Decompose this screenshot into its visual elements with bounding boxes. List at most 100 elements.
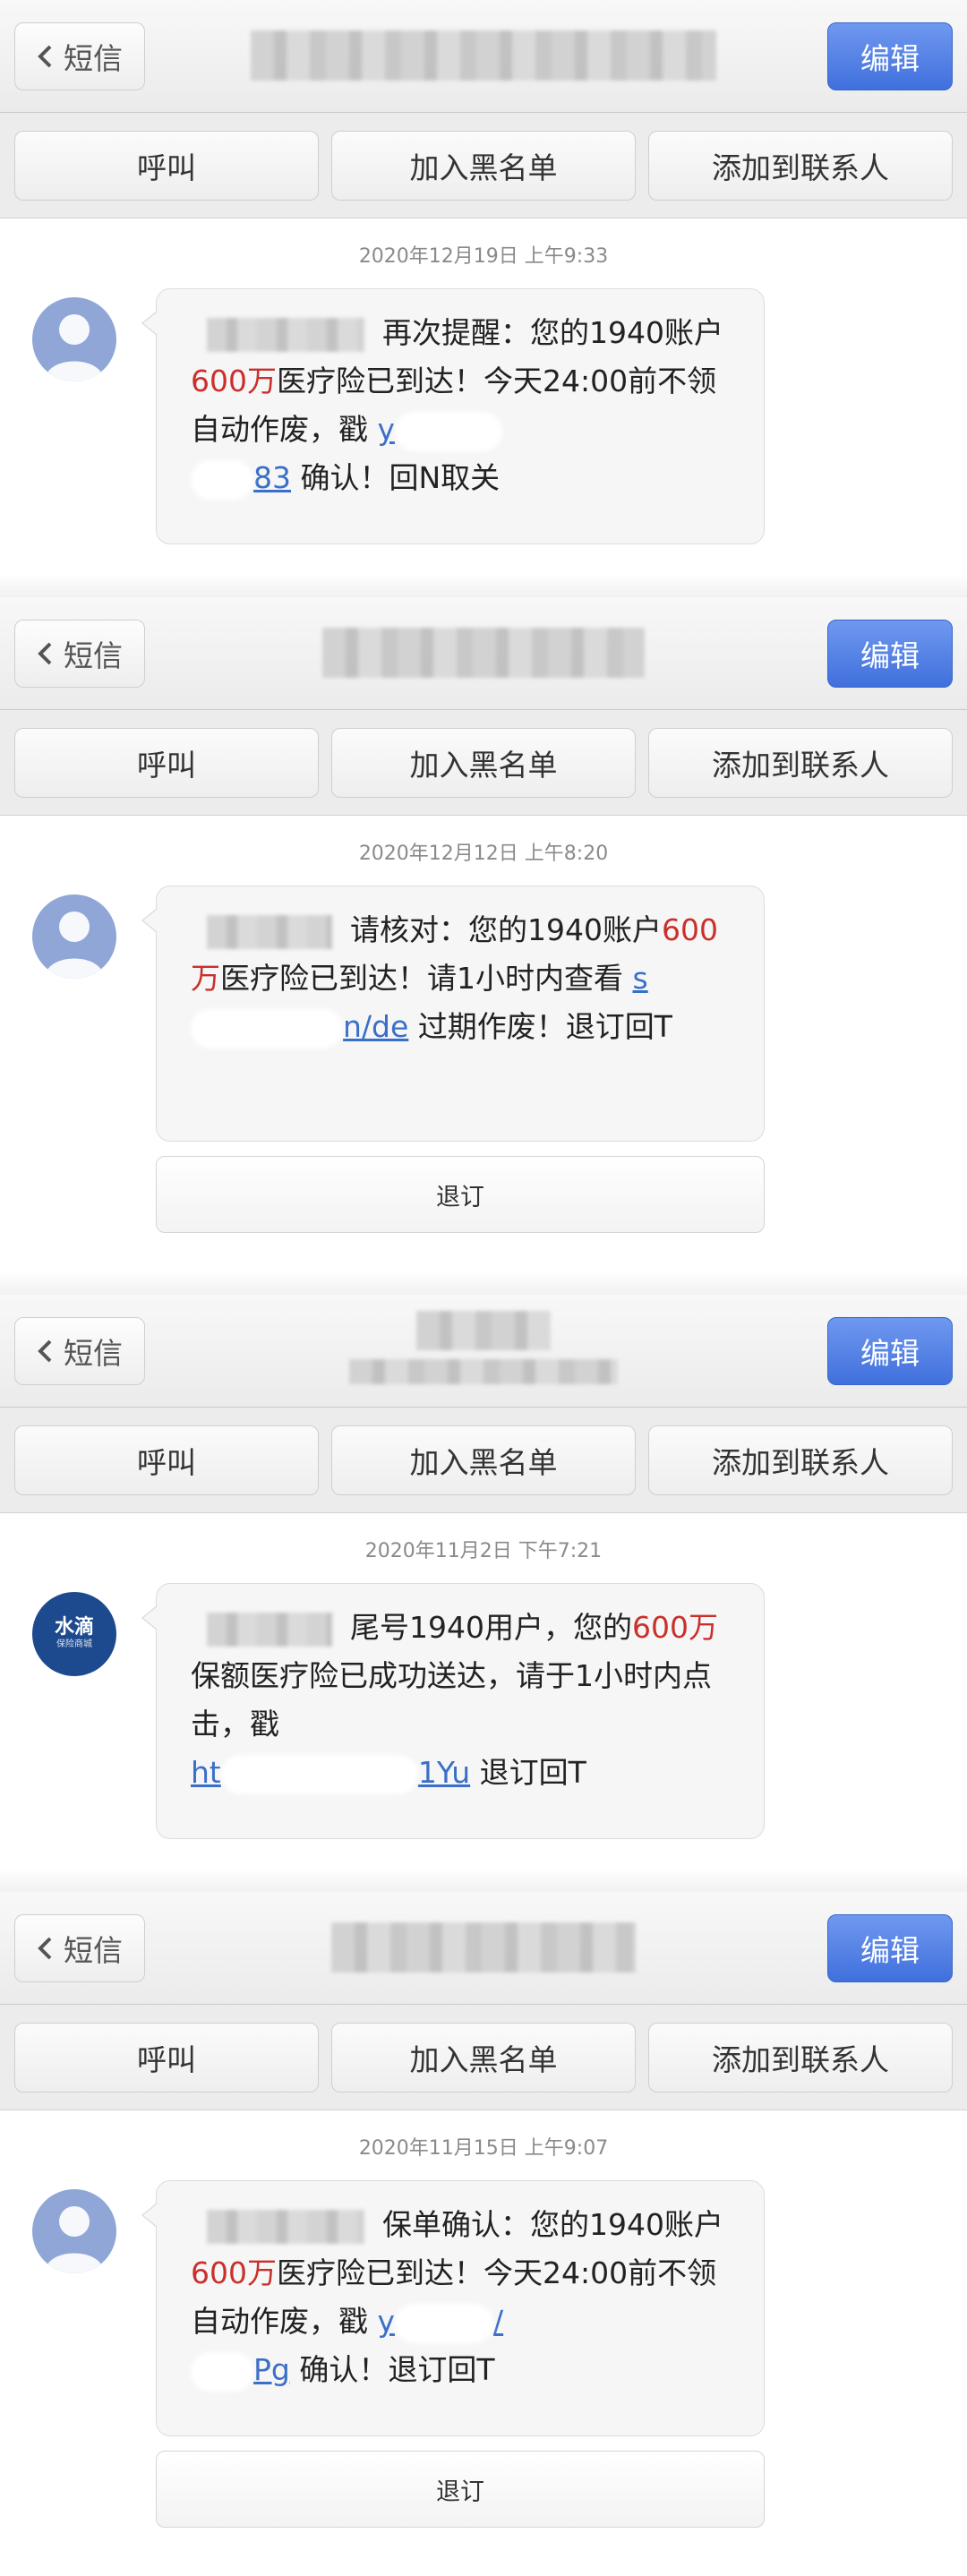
contact-subtitle-redacted [349,1359,618,1384]
message-timestamp: 2020年11月15日 上午9:07 [358,2137,609,2160]
message-link[interactable]: y [378,412,396,447]
message-text: 尾号1940用户，您的 [350,1610,632,1645]
message-link[interactable]: / [493,2304,503,2339]
message-link[interactable]: y [378,2304,396,2339]
action-bar: 呼叫 加入黑名单 添加到联系人 [0,1408,967,1513]
message-timestamp: 2020年12月19日 上午9:33 [358,245,609,268]
amount-highlight: 600万 [191,2255,277,2290]
amount-highlight: 600万 [631,1610,718,1645]
message-text: 医疗险已到达！请1小时内查看 [220,961,633,996]
call-button[interactable]: 呼叫 [14,130,319,201]
back-button-label: 短信 [64,1933,123,1968]
conversation: 2020年11月2日 下午7:21 水滴 保险商城 尾号1940用户，您的600… [0,1513,967,1869]
back-button-label: 短信 [64,41,123,76]
back-button-label: 短信 [64,638,123,673]
brand-avatar[interactable]: 水滴 保险商城 [32,1592,116,1676]
message-link[interactable]: 83 [253,460,291,495]
back-button[interactable]: 短信 [14,620,145,688]
chevron-left-icon [38,1937,52,1960]
section-divider [0,1271,967,1295]
back-button[interactable]: 短信 [14,1914,145,1982]
link-redacted [191,2351,253,2392]
navigation-bar: 短信 编辑 [0,597,967,710]
message-timestamp: 2020年12月12日 上午8:20 [358,843,609,865]
conversation: 2020年12月19日 上午9:33 再次提醒：您的1940账户600万医疗险已… [0,218,967,574]
edit-button[interactable]: 编辑 [827,620,953,688]
message-text: 保额医疗险已成功送达，请于1小时内点击，戳 [191,1658,712,1742]
add-contact-button[interactable]: 添加到联系人 [648,727,953,798]
message-bubble[interactable]: 请核对：您的1940账户600万医疗险已到达！请1小时内查看 sn/de 过期作… [141,886,765,1142]
conversation: 2020年12月12日 上午8:20 请核对：您的1940账户600万医疗险已到… [0,816,967,1271]
call-button[interactable]: 呼叫 [14,2022,319,2092]
add-contact-button[interactable]: 添加到联系人 [648,130,953,201]
person-icon [45,2206,104,2273]
sms-screenshot-collage: 短信 编辑 呼叫 加入黑名单 添加到联系人 2020年12月19日 上午9:33… [0,0,967,2576]
avatar[interactable] [32,2189,116,2273]
message-link[interactable]: 1Yu [418,1755,470,1790]
link-redacted [395,2303,494,2343]
unsubscribe-button[interactable]: 退订 [156,1156,765,1233]
action-bar: 呼叫 加入黑名单 添加到联系人 [0,2005,967,2110]
back-button[interactable]: 短信 [14,1317,145,1385]
message-text: 确认！退订回T [289,2352,495,2387]
blacklist-button[interactable]: 加入黑名单 [331,130,636,201]
message-link[interactable]: n/de [343,1009,408,1044]
person-icon [45,314,104,381]
call-button[interactable]: 呼叫 [14,1425,319,1495]
edit-button[interactable]: 编辑 [827,1914,953,1982]
blacklist-button[interactable]: 加入黑名单 [331,2022,636,2092]
chevron-left-icon [38,642,52,665]
contact-title-redacted [251,30,716,81]
sender-redacted [207,317,364,352]
message-text: 请核对：您的1940账户 [350,912,662,947]
contact-title-redacted [331,1922,636,1973]
message-timestamp: 2020年11月2日 下午7:21 [364,1540,603,1562]
unsubscribe-button[interactable]: 退订 [156,2451,765,2528]
message-text: 退订回T [470,1755,586,1790]
message-bubble[interactable]: 再次提醒：您的1940账户600万医疗险已到达！今天24:00前不领自动作废，戳… [141,288,765,544]
sender-redacted [207,2209,364,2244]
person-icon [45,911,104,979]
back-button[interactable]: 短信 [14,22,145,90]
edit-button[interactable]: 编辑 [827,1317,953,1385]
link-redacted [220,1754,418,1794]
sender-redacted [207,1612,332,1647]
message-link[interactable]: Pg [253,2352,290,2387]
chevron-left-icon [38,1339,52,1363]
message-text: 过期作废！退订回T [408,1009,672,1044]
navigation-bar: 短信 编辑 [0,1892,967,2005]
add-contact-button[interactable]: 添加到联系人 [648,2022,953,2092]
link-redacted [395,411,503,451]
section-divider [0,574,967,597]
section-divider [0,1869,967,1892]
chevron-left-icon [38,45,52,68]
sender-redacted [207,914,332,949]
message-text: 再次提醒：您的1940账户 [382,315,723,350]
amount-highlight: 600万 [191,364,277,398]
navigation-bar: 短信 编辑 [0,1295,967,1408]
message-text: 确认！回N取关 [291,460,501,495]
add-contact-button[interactable]: 添加到联系人 [648,1425,953,1495]
edit-button[interactable]: 编辑 [827,22,953,90]
navigation-bar: 短信 编辑 [0,0,967,113]
brand-logo-text: 水滴 [54,1616,94,1639]
action-bar: 呼叫 加入黑名单 添加到联系人 [0,113,967,218]
message-link[interactable]: ht [191,1755,221,1790]
blacklist-button[interactable]: 加入黑名单 [331,1425,636,1495]
contact-title-redacted [322,628,645,678]
contact-title-redacted [416,1311,551,1350]
message-text: 保单确认：您的1940账户 [382,2207,723,2242]
message-link[interactable]: s [633,961,648,996]
back-button-label: 短信 [64,1336,123,1371]
blacklist-button[interactable]: 加入黑名单 [331,727,636,798]
avatar[interactable] [32,297,116,381]
action-bar: 呼叫 加入黑名单 添加到联系人 [0,710,967,816]
call-button[interactable]: 呼叫 [14,727,319,798]
message-bubble[interactable]: 保单确认：您的1940账户600万医疗险已到达！今天24:00前不领自动作废，戳… [141,2180,765,2436]
avatar[interactable] [32,894,116,979]
link-redacted [191,459,253,500]
message-bubble[interactable]: 尾号1940用户，您的600万保额医疗险已成功送达，请于1小时内点击，戳 ht 1… [141,1583,765,1839]
conversation: 2020年11月15日 上午9:07 保单确认：您的1940账户600万医疗险已… [0,2110,967,2576]
link-redacted [191,1008,343,1048]
brand-logo-subtext: 保险商城 [56,1639,92,1649]
